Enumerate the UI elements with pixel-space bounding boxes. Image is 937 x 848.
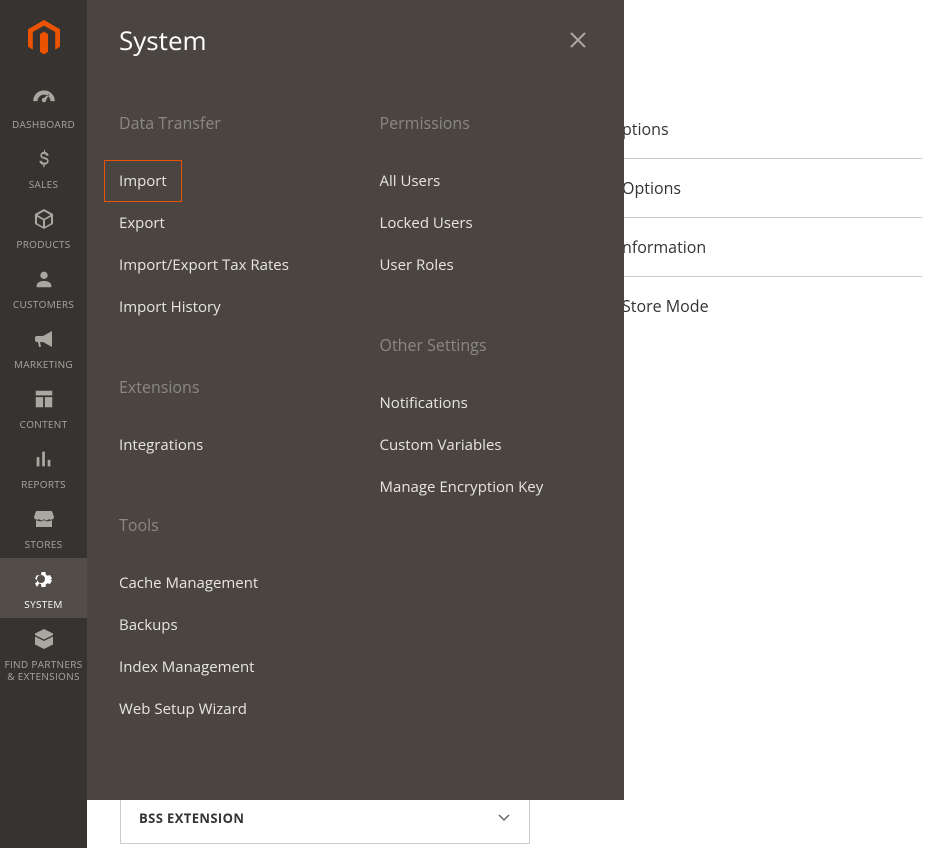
flyout-columns: Data Transfer ImportExportImport/Export T… — [119, 112, 592, 778]
group-list: All UsersLocked UsersUser Roles — [380, 160, 593, 286]
nav-stores[interactable]: STORES — [0, 498, 87, 558]
menu-item-import-history[interactable]: Import History — [119, 286, 332, 328]
nav-content[interactable]: CONTENT — [0, 378, 87, 438]
group-heading: Other Settings — [380, 334, 593, 356]
close-icon — [569, 31, 587, 49]
storefront-icon — [29, 504, 59, 534]
bars-icon — [29, 444, 59, 474]
menu-item-export[interactable]: Export — [119, 202, 332, 244]
bg-row[interactable]: Store Mode — [622, 277, 922, 335]
menu-item-all-users[interactable]: All Users — [380, 160, 593, 202]
nav-label: REPORTS — [17, 478, 70, 490]
flyout-title: System — [119, 22, 207, 58]
person-icon — [29, 264, 59, 294]
logo-icon — [24, 18, 64, 58]
nav-label: FIND PARTNERS & EXTENSIONS — [0, 658, 87, 682]
bg-row[interactable]: Options — [622, 159, 922, 218]
group-list: Integrations — [119, 424, 332, 466]
nav-label: DASHBOARD — [8, 118, 79, 130]
group-list: NotificationsCustom VariablesManage Encr… — [380, 382, 593, 508]
menu-item-web-setup-wizard[interactable]: Web Setup Wizard — [119, 688, 332, 730]
flyout-column-1: Data Transfer ImportExportImport/Export T… — [119, 112, 332, 778]
nav-system[interactable]: SYSTEM — [0, 558, 87, 618]
nav-reports[interactable]: REPORTS — [0, 438, 87, 498]
nav-label: CUSTOMERS — [9, 298, 78, 310]
menu-item-notifications[interactable]: Notifications — [380, 382, 593, 424]
nav-label: PRODUCTS — [12, 238, 74, 250]
menu-item-user-roles[interactable]: User Roles — [380, 244, 593, 286]
bg-row[interactable]: nformation — [622, 218, 922, 277]
nav-label: CONTENT — [16, 418, 72, 430]
menu-item-manage-encryption-key[interactable]: Manage Encryption Key — [380, 466, 593, 508]
nav-customers[interactable]: CUSTOMERS — [0, 258, 87, 318]
section-label: BSS EXTENSION — [139, 809, 244, 827]
gauge-icon — [29, 84, 59, 114]
nav-products[interactable]: PRODUCTS — [0, 198, 87, 258]
nav-marketing[interactable]: MARKETING — [0, 318, 87, 378]
nav-label: SALES — [25, 178, 63, 190]
group-heading: Data Transfer — [119, 112, 332, 134]
bg-row[interactable]: ptions — [622, 100, 922, 159]
nav-label: MARKETING — [10, 358, 77, 370]
nav-label: SYSTEM — [20, 598, 66, 610]
flyout-header: System — [119, 22, 592, 58]
menu-item-integrations[interactable]: Integrations — [119, 424, 332, 466]
menu-item-locked-users[interactable]: Locked Users — [380, 202, 593, 244]
system-flyout: System Data Transfer ImportExportImport/E… — [87, 0, 624, 800]
menu-item-import-export-tax-rates[interactable]: Import/Export Tax Rates — [119, 244, 332, 286]
nav-label: STORES — [21, 538, 67, 550]
group-list: ImportExportImport/Export Tax RatesImpor… — [119, 160, 332, 328]
flyout-column-2: Permissions All UsersLocked UsersUser Rol… — [380, 112, 593, 778]
nav-dashboard[interactable]: DASHBOARD — [0, 78, 87, 138]
menu-item-import[interactable]: Import — [104, 160, 182, 202]
cube-icon — [29, 204, 59, 234]
box-icon — [29, 624, 59, 654]
gear-icon — [29, 564, 59, 594]
menu-item-custom-variables[interactable]: Custom Variables — [380, 424, 593, 466]
nav-find-partners-extensions[interactable]: FIND PARTNERS & EXTENSIONS — [0, 618, 87, 690]
layout-icon — [29, 384, 59, 414]
admin-sidebar: DASHBOARD SALES PRODUCTS CUSTOMERS MARKETING… — [0, 0, 87, 848]
chevron-down-icon — [497, 807, 511, 829]
dollar-icon — [29, 144, 59, 174]
background-panel: ptions Options nformation Store Mode — [622, 100, 922, 335]
group-heading: Tools — [119, 514, 332, 536]
group-heading: Permissions — [380, 112, 593, 134]
close-button[interactable] — [564, 26, 592, 54]
group-heading: Extensions — [119, 376, 332, 398]
group-list: Cache ManagementBackupsIndex ManagementW… — [119, 562, 332, 730]
menu-item-index-management[interactable]: Index Management — [119, 646, 332, 688]
menu-item-cache-management[interactable]: Cache Management — [119, 562, 332, 604]
megaphone-icon — [29, 324, 59, 354]
magento-logo[interactable] — [24, 18, 64, 58]
menu-item-backups[interactable]: Backups — [119, 604, 332, 646]
nav-sales[interactable]: SALES — [0, 138, 87, 198]
